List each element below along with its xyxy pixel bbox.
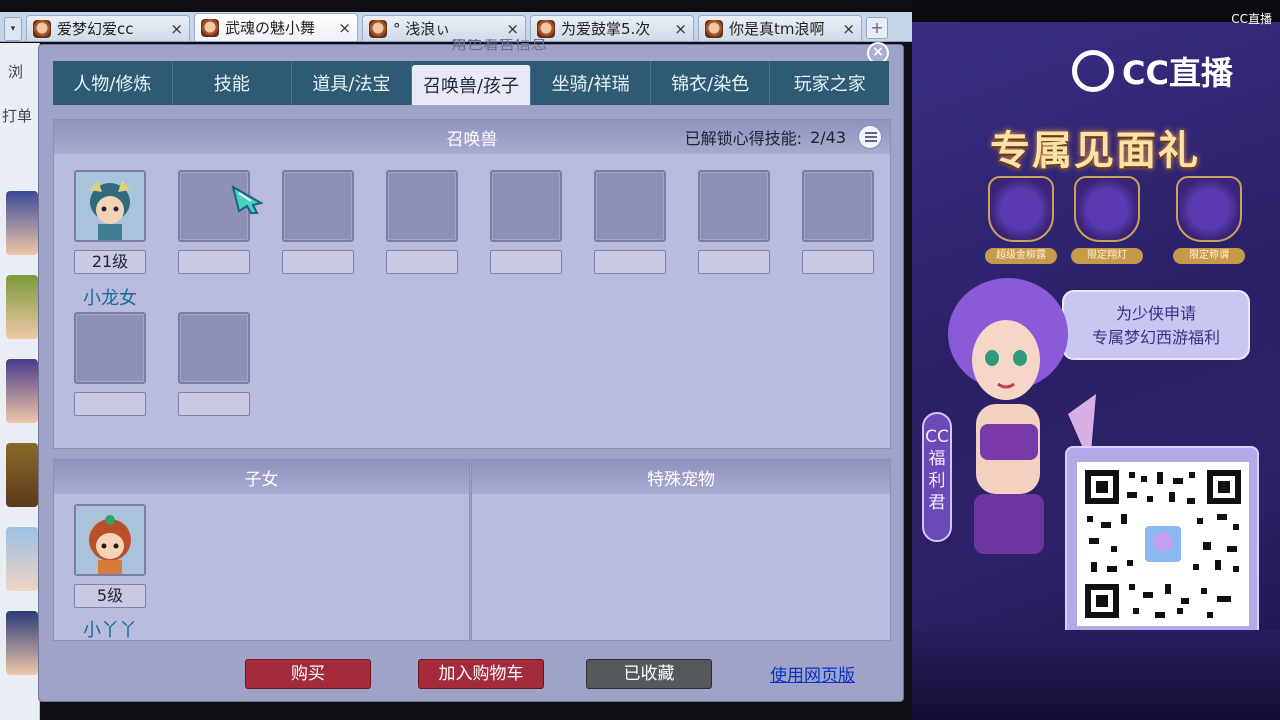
pet-slot[interactable] [594, 170, 666, 242]
buy-button[interactable]: 购买 [245, 659, 371, 689]
special-pets-section: 特殊宠物 [471, 459, 891, 641]
pet-level [178, 392, 250, 416]
pet-level [594, 250, 666, 274]
tab-title: 武魂の魅小舞 [225, 19, 316, 37]
tab-character[interactable]: 人物/修炼 [53, 61, 173, 105]
tab-mounts[interactable]: 坐骑/祥瑞 [531, 61, 651, 105]
background-page-strip: 浏 打单 [0, 43, 40, 720]
tab-favicon-icon [33, 19, 51, 38]
avatar [6, 611, 38, 675]
pet-level [282, 250, 354, 274]
tab-close-icon[interactable]: × [170, 20, 183, 38]
pet-level: 21级 [74, 250, 146, 274]
pet-slot[interactable] [282, 170, 354, 242]
browser-tab-5[interactable]: 你是真tm浪啊 × [698, 15, 862, 41]
brand-watermark: CC直播 [1231, 12, 1272, 26]
tab-title: 你是真tm浪啊 [729, 20, 825, 38]
child-slot[interactable] [74, 504, 146, 576]
category-tabs: 人物/修炼 技能 道具/法宝 召唤兽/孩子 坐骑/祥瑞 锦衣/染色 玩家之家 [53, 61, 889, 105]
gift-label: 超级金柳露 [985, 248, 1057, 264]
pet-level [698, 250, 770, 274]
tab-favicon-icon [201, 18, 219, 37]
browser-tab-2[interactable]: 武魂の魅小舞 × [194, 13, 358, 41]
panel-title: 角色着售信息 [450, 39, 547, 53]
pet-portrait-icon [76, 172, 144, 240]
qr-code-icon[interactable] [1077, 462, 1249, 626]
skill-unlock-label: 已解锁心得技能: [684, 129, 803, 148]
gift-icon [1074, 176, 1140, 242]
tab-close-icon[interactable]: × [842, 20, 855, 38]
tab-close-icon[interactable]: × [674, 20, 687, 38]
pet-name: 小龙女 [83, 288, 137, 309]
pet-slot[interactable] [698, 170, 770, 242]
add-to-cart-button[interactable]: 加入购物车 [418, 659, 544, 689]
skill-unlock-value: 2/43 [810, 127, 846, 147]
tab-summons[interactable]: 召唤兽/孩子 [411, 65, 532, 105]
pet-level [178, 250, 250, 274]
brand-name: CC直播 [1122, 54, 1233, 92]
pet-slot[interactable] [74, 312, 146, 384]
browser-tab-bar: ▾ 爱梦幻爱cc × 武魂の魅小舞 × ° 浅浪ぃ × 为爱鼓掌5.次 × 你是… [0, 12, 912, 42]
gift-label: 限定称谓 [1173, 248, 1245, 264]
special-pets-header: 特殊宠物 [472, 460, 890, 494]
child-level: 5级 [74, 584, 146, 608]
tab-favicon-icon [369, 19, 387, 38]
background-text: 浏 [8, 63, 24, 81]
gift-label: 限定翔灯 [1071, 248, 1143, 264]
character-info-panel: 角色着售信息 × 人物/修炼 技能 道具/法宝 召唤兽/孩子 坐骑/祥瑞 锦衣/… [38, 39, 904, 702]
tab-outfits[interactable]: 锦衣/染色 [651, 61, 771, 105]
skill-unlock-info: 已解锁心得技能: 2/43 [685, 120, 846, 154]
avatar [6, 359, 38, 423]
browser-tab-4[interactable]: 为爱鼓掌5.次 × [530, 15, 694, 41]
background-text: 打单 [2, 107, 33, 125]
cc-logo-icon [1072, 50, 1114, 92]
new-tab-button[interactable]: + [866, 17, 888, 39]
pet-level [74, 392, 146, 416]
pet-level [802, 250, 874, 274]
cc-logo: CC直播 [1072, 48, 1233, 94]
pet-level [386, 250, 458, 274]
cc-welfare-tag: CC福利君 [922, 412, 952, 542]
tab-favicon-icon [537, 19, 555, 38]
tab-home[interactable]: 玩家之家 [770, 61, 889, 105]
tab-items[interactable]: 道具/法宝 [292, 61, 412, 105]
tab-list-menu-button[interactable]: ▾ [4, 17, 22, 41]
pet-slot[interactable] [386, 170, 458, 242]
tab-favicon-icon [705, 19, 723, 38]
gift-icon [1176, 176, 1242, 242]
children-header: 子女 [54, 460, 469, 494]
tab-title: 为爱鼓掌5.次 [561, 20, 651, 38]
pet-slot[interactable] [802, 170, 874, 242]
avatar [6, 443, 38, 507]
avatar [6, 527, 38, 591]
favorited-button[interactable]: 已收藏 [586, 659, 712, 689]
pet-slot[interactable] [178, 312, 250, 384]
game-cursor-icon [231, 185, 264, 214]
tab-skills[interactable]: 技能 [173, 61, 293, 105]
city-skyline [912, 630, 1280, 720]
avatar [6, 275, 38, 339]
pet-slot[interactable] [74, 170, 146, 242]
cc-promo-banner[interactable]: CC直播 CC直播 专属见面礼 超级金柳露 限定翔灯 限定称谓 为少侠申请 专属… [912, 0, 1280, 720]
tab-title: 爱梦幻爱cc [57, 20, 134, 38]
pet-level [490, 250, 562, 274]
avatar [6, 191, 38, 255]
tab-close-icon[interactable]: × [338, 19, 351, 37]
list-icon[interactable] [858, 125, 882, 149]
gift-icon [988, 176, 1054, 242]
promo-title: 专属见面礼 [990, 128, 1200, 174]
pet-slot[interactable] [490, 170, 562, 242]
tab-title: ° 浅浪ぃ [393, 20, 451, 38]
child-name: 小丫丫 [83, 620, 137, 641]
browser-tab-3[interactable]: ° 浅浪ぃ × [362, 15, 526, 41]
children-section: 子女 5级 小丫丫 [53, 459, 470, 641]
child-portrait-icon [76, 506, 144, 574]
browser-tab-1[interactable]: 爱梦幻爱cc × [26, 15, 190, 41]
promo-topbar [912, 0, 1280, 22]
use-web-version-link[interactable]: 使用网页版 [770, 661, 855, 686]
tab-close-icon[interactable]: × [506, 20, 519, 38]
summon-section: 召唤兽 已解锁心得技能: 2/43 21级 小龙女 [53, 119, 891, 449]
